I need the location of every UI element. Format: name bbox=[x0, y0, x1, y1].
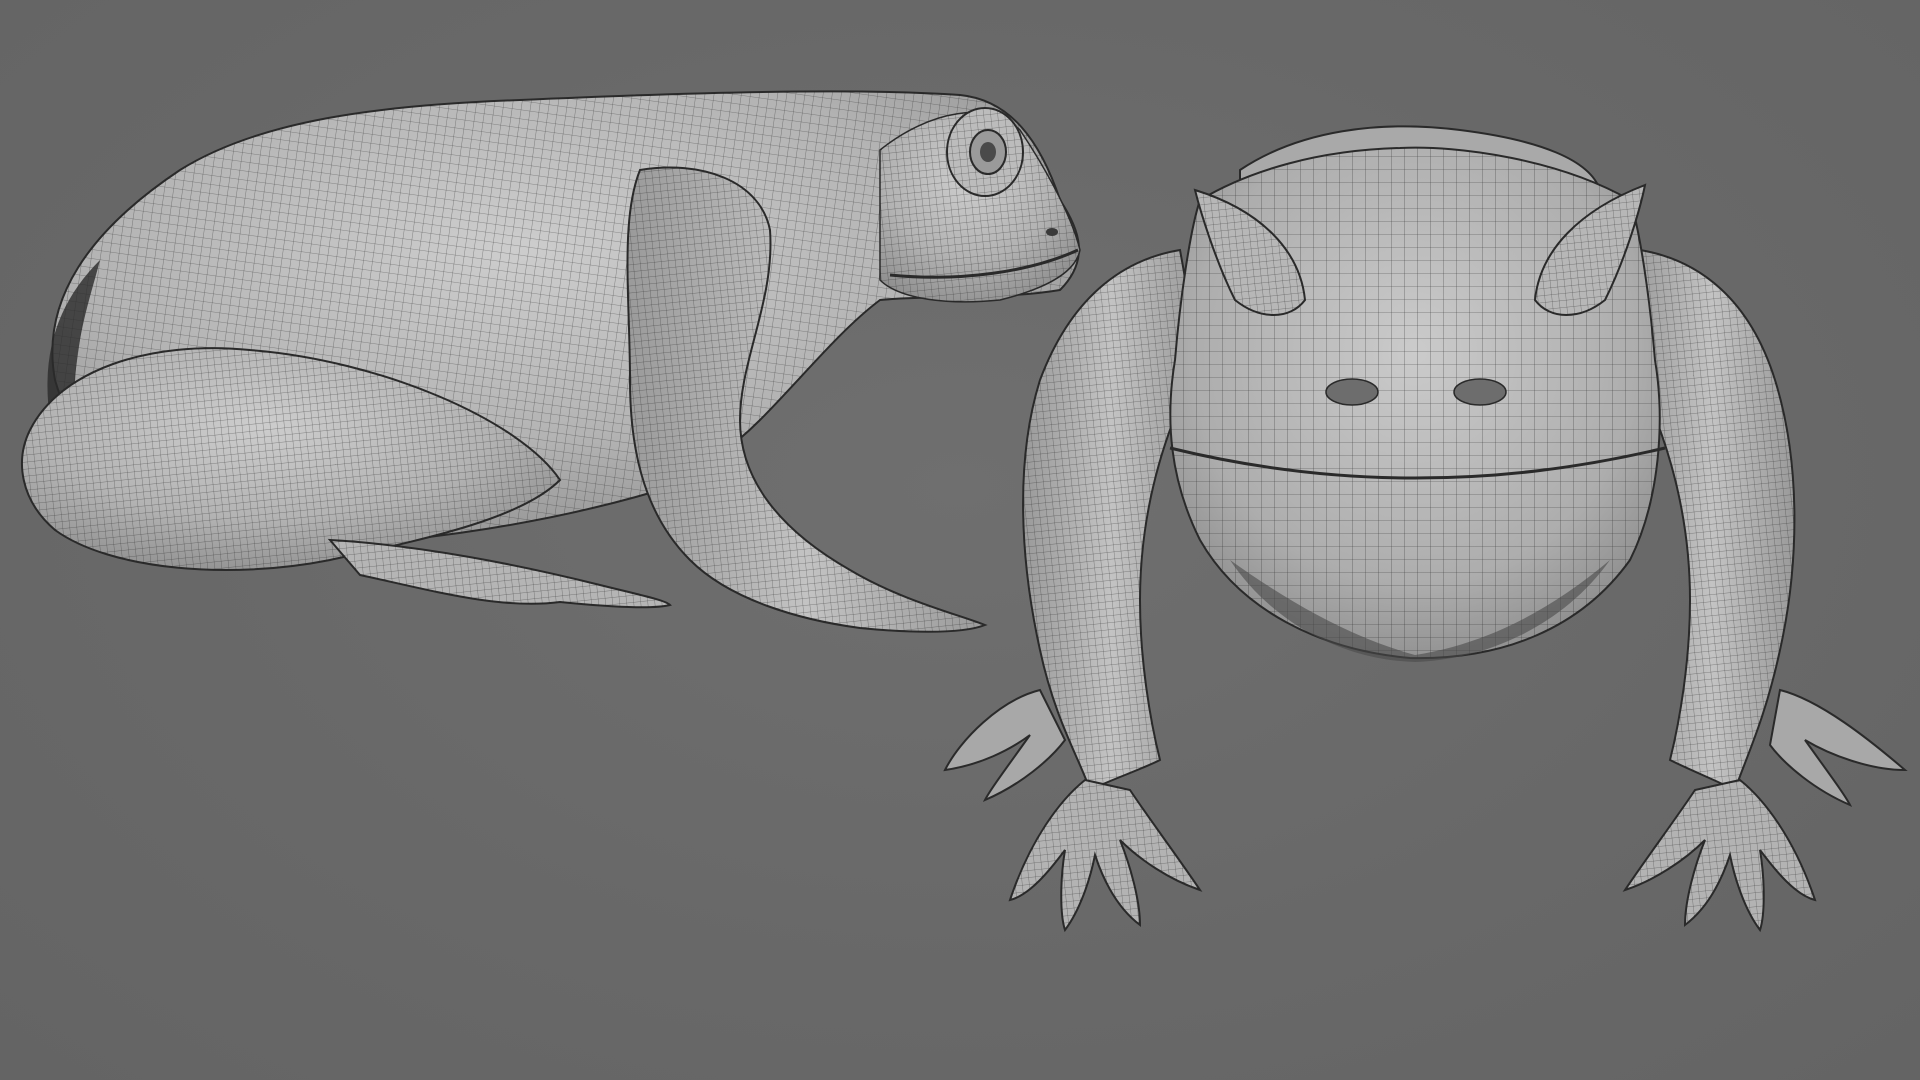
frog-front-right-nostril bbox=[1453, 378, 1507, 406]
3d-viewport[interactable] bbox=[0, 0, 1920, 1080]
frog-front-left-nostril bbox=[1325, 378, 1379, 406]
frog-front-view[interactable] bbox=[943, 125, 1908, 933]
frog-side-nostril bbox=[1046, 228, 1058, 236]
frog-side-view[interactable] bbox=[21, 90, 1081, 633]
frog-front-left-hind-foot bbox=[943, 688, 1067, 802]
frog-front-right-hind-foot bbox=[1768, 688, 1908, 807]
frog-side-eye bbox=[946, 107, 1024, 197]
render-canvas bbox=[21, 90, 1908, 933]
